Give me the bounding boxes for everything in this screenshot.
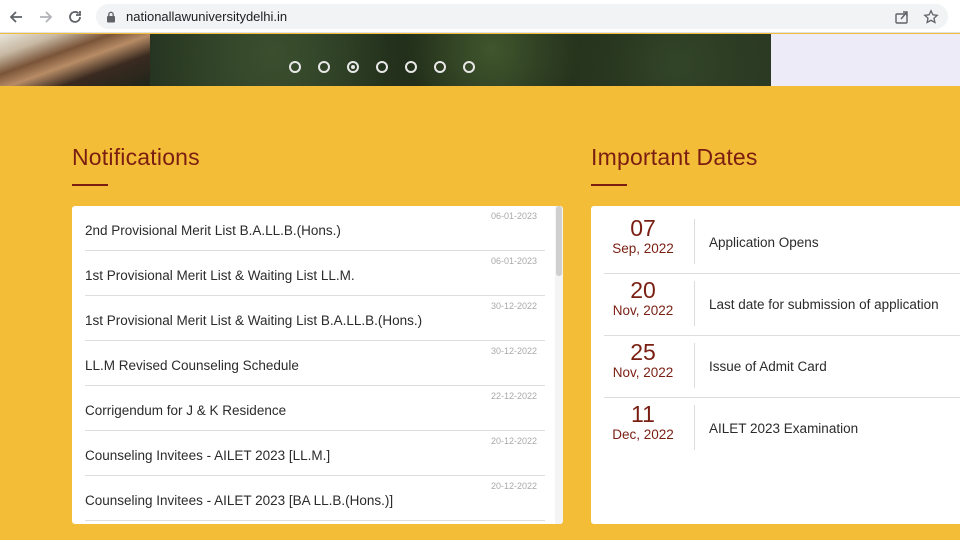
notification-item[interactable]: 06-01-2023 2nd Provisional Merit List B.A…	[85, 206, 545, 251]
hero-image-trees	[150, 34, 771, 86]
notification-link[interactable]: 1st Provisional Merit List & Waiting Lis…	[85, 268, 355, 283]
notification-link[interactable]: 1st Provisional Merit List & Waiting Lis…	[85, 313, 422, 328]
notification-item[interactable]: 22-12-2022 Corrigendum for J & K Residenc…	[85, 386, 545, 431]
notification-date: 06-01-2023	[490, 256, 537, 266]
slider-dot[interactable]	[463, 61, 475, 73]
date-badge: 20 Nov, 2022	[604, 278, 682, 320]
notification-item[interactable]: 06-01-2023 1st Provisional Merit List & W…	[85, 251, 545, 296]
slider-dot[interactable]	[318, 61, 330, 73]
date-month-year: Nov, 2022	[612, 303, 674, 318]
slider-dot[interactable]	[347, 61, 359, 73]
back-arrow-icon[interactable]	[6, 7, 26, 27]
slider-dot[interactable]	[289, 61, 301, 73]
slider-dot[interactable]	[405, 61, 417, 73]
notification-link[interactable]: Counseling Invitees - AILET 2023 [BA LL.…	[85, 493, 393, 508]
date-event-label: Issue of Admit Card	[709, 359, 827, 374]
notifications-heading: Notifications	[72, 144, 200, 170]
date-event-label: Application Opens	[709, 235, 819, 250]
notification-date: 20-12-2022	[490, 436, 537, 446]
date-badge: 07 Sep, 2022	[604, 216, 682, 258]
slider-pagination	[289, 61, 475, 73]
date-event-label: AILET 2023 Examination	[709, 421, 859, 436]
important-dates-heading: Important Dates	[591, 144, 758, 170]
notification-item[interactable]: 20-12-2022 Counseling Invitees - AILET 20…	[85, 431, 545, 476]
important-date-row: 25 Nov, 2022 Issue of Admit Card	[604, 336, 960, 398]
forward-arrow-icon[interactable]	[36, 7, 56, 27]
hero-image-building	[0, 34, 150, 86]
notification-date: 06-01-2023	[490, 211, 537, 221]
share-icon[interactable]	[893, 8, 911, 26]
date-day: 25	[630, 339, 656, 365]
date-day: 20	[630, 277, 656, 303]
date-month-year: Sep, 2022	[612, 241, 674, 256]
date-day: 11	[631, 401, 655, 427]
reload-icon[interactable]	[65, 7, 85, 27]
important-dates-heading-underline	[591, 184, 627, 186]
star-icon[interactable]	[922, 8, 940, 26]
notification-item[interactable]: 30-12-2022 1st Provisional Merit List & W…	[85, 296, 545, 341]
date-event-label: Last date for submission of application	[709, 297, 939, 312]
browser-toolbar: nationallawuniversitydelhi.in	[0, 0, 960, 33]
important-date-row: 07 Sep, 2022 Application Opens	[604, 212, 960, 274]
notifications-heading-underline	[72, 184, 108, 186]
important-dates-panel: 07 Sep, 2022 Application Opens 20 Nov, 2022 L…	[591, 206, 960, 524]
slider-dot[interactable]	[376, 61, 388, 73]
hero-side-panel	[771, 34, 960, 86]
hero-slider	[0, 34, 771, 86]
date-badge: 25 Nov, 2022	[604, 340, 682, 382]
scrollbar-thumb[interactable]	[556, 206, 562, 276]
notification-item[interactable]: 20-12-2022 Counseling Invitees - AILET 20…	[85, 476, 545, 521]
date-separator	[694, 219, 695, 264]
notification-date: 20-12-2022	[490, 481, 537, 491]
important-date-row: 20 Nov, 2022 Last date for submission of a…	[604, 274, 960, 336]
notification-item[interactable]: 30-12-2022 LL.M Revised Counseling Schedu…	[85, 341, 545, 386]
date-separator	[694, 405, 695, 450]
important-date-row: 11 Dec, 2022 AILET 2023 Examination	[604, 398, 960, 460]
notification-date: 30-12-2022	[490, 346, 537, 356]
date-month-year: Dec, 2022	[612, 427, 674, 442]
slider-dot[interactable]	[434, 61, 446, 73]
address-bar[interactable]: nationallawuniversitydelhi.in	[96, 4, 948, 29]
notification-link[interactable]: Counseling Invitees - AILET 2023 [LL.M.]	[85, 448, 330, 463]
notification-link[interactable]: 2nd Provisional Merit List B.A.LL.B.(Hon…	[85, 223, 341, 238]
url-text[interactable]: nationallawuniversitydelhi.in	[126, 9, 287, 24]
notification-date: 22-12-2022	[490, 391, 537, 401]
date-separator	[694, 281, 695, 326]
notifications-scrollbar[interactable]	[555, 206, 563, 524]
lock-icon[interactable]	[106, 10, 116, 28]
date-month-year: Nov, 2022	[612, 365, 674, 380]
date-day: 07	[630, 215, 656, 241]
date-badge: 11 Dec, 2022	[604, 402, 682, 444]
notification-date: 30-12-2022	[490, 301, 537, 311]
notification-link[interactable]: Corrigendum for J & K Residence	[85, 403, 286, 418]
notification-link[interactable]: LL.M Revised Counseling Schedule	[85, 358, 299, 373]
notifications-panel: 06-01-2023 2nd Provisional Merit List B.A…	[72, 206, 563, 524]
date-separator	[694, 343, 695, 388]
